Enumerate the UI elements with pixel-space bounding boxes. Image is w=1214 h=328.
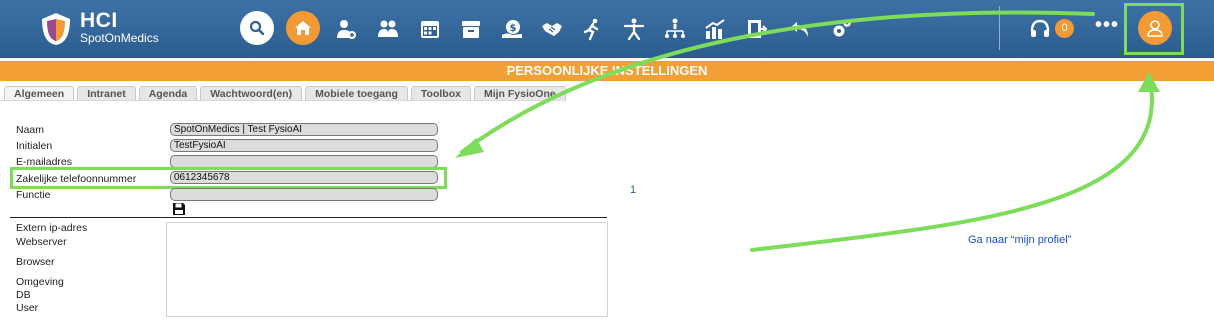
naam-label: Naam xyxy=(16,124,45,136)
tab-mobiele-toegang[interactable]: Mobiele toegang xyxy=(305,86,408,101)
initialen-field[interactable]: TestFysioAI xyxy=(170,139,438,152)
support-button[interactable] xyxy=(1028,17,1052,41)
undo-icon xyxy=(791,22,808,37)
db-label: DB xyxy=(16,289,31,301)
exercise-icon xyxy=(623,18,645,41)
calendar-icon xyxy=(421,21,439,38)
add-user-icon xyxy=(337,20,356,39)
extern-ip-label: Extern ip-adres xyxy=(16,222,88,234)
initialen-label: Initialen xyxy=(16,140,53,152)
users-icon xyxy=(378,20,398,37)
home-icon xyxy=(295,21,311,35)
profile-button[interactable] xyxy=(1138,11,1172,45)
arrow-to-profile xyxy=(750,78,1154,252)
patients-button[interactable] xyxy=(376,17,400,41)
statistics-button[interactable] xyxy=(703,17,727,41)
more-menu-button[interactable]: ••• xyxy=(1095,14,1119,37)
tab-agenda[interactable]: Agenda xyxy=(138,86,198,101)
phone-highlight-box xyxy=(10,167,447,189)
statistics-icon xyxy=(705,19,725,39)
annotation-text: Ga naar “mijn profiel” xyxy=(968,234,1072,246)
handshake-icon xyxy=(542,23,562,36)
tab-intranet[interactable]: Intranet xyxy=(77,86,136,101)
profile-icon xyxy=(1147,20,1163,37)
naam-field[interactable]: SpotOnMedics | Test FysioAI xyxy=(170,123,438,136)
running-icon xyxy=(583,18,599,41)
tab-mijn-fysioone[interactable]: Mijn FysioOne xyxy=(473,86,566,101)
settings-icon xyxy=(833,19,851,37)
home-button[interactable] xyxy=(286,11,320,45)
archive-button[interactable] xyxy=(459,17,483,41)
webserver-label: Webserver xyxy=(16,236,67,248)
browser-label: Browser xyxy=(16,256,55,268)
omgeving-label: Omgeving xyxy=(16,276,64,288)
notification-badge[interactable]: 0 xyxy=(1055,19,1074,38)
back-button[interactable] xyxy=(788,17,812,41)
finance-button[interactable]: $ xyxy=(500,17,524,41)
exercises-button[interactable] xyxy=(622,17,646,41)
toolbar-divider xyxy=(999,6,1000,50)
system-info-box xyxy=(166,222,608,317)
top-navigation-bar: HCI SpotOnMedics $ 0 ••• xyxy=(0,0,1214,58)
arrowhead-phone xyxy=(455,138,484,158)
money-icon: $ xyxy=(502,20,522,38)
logout-button[interactable] xyxy=(744,17,768,41)
brand-subtitle: SpotOnMedics xyxy=(80,31,159,45)
section-divider xyxy=(10,217,607,218)
organisation-button[interactable] xyxy=(663,17,687,41)
hierarchy-icon xyxy=(665,18,685,38)
search-button[interactable] xyxy=(240,11,274,45)
more-icon: ••• xyxy=(1095,14,1120,36)
page-title: PERSOONLIJKE INSTELLINGEN xyxy=(0,61,1214,81)
stray-mark: 1 xyxy=(630,184,637,196)
search-icon xyxy=(249,20,265,36)
save-icon[interactable] xyxy=(172,202,186,216)
brand: HCI SpotOnMedics xyxy=(80,10,159,45)
add-user-button[interactable] xyxy=(334,17,358,41)
functie-label: Functie xyxy=(16,189,51,201)
agenda-button[interactable] xyxy=(418,17,442,41)
svg-text:$: $ xyxy=(510,23,517,34)
functie-field[interactable] xyxy=(170,188,438,201)
tab-toolbox[interactable]: Toolbox xyxy=(410,86,471,101)
agreements-button[interactable] xyxy=(540,17,564,41)
user-label: User xyxy=(16,302,39,314)
headset-icon xyxy=(1030,19,1050,37)
tab-algemeen[interactable]: Algemeen xyxy=(4,86,75,101)
brand-name: HCI xyxy=(80,9,118,32)
door-icon xyxy=(748,20,768,38)
tabs-divider xyxy=(0,100,560,101)
settings-button[interactable] xyxy=(830,17,854,41)
app-logo-icon xyxy=(42,13,70,45)
settings-tabs: Algemeen Intranet Agenda Wachtwoord(en) … xyxy=(4,86,569,101)
archive-icon xyxy=(462,21,480,38)
training-button[interactable] xyxy=(580,17,604,41)
tab-wachtwoorden[interactable]: Wachtwoord(en) xyxy=(200,86,303,101)
